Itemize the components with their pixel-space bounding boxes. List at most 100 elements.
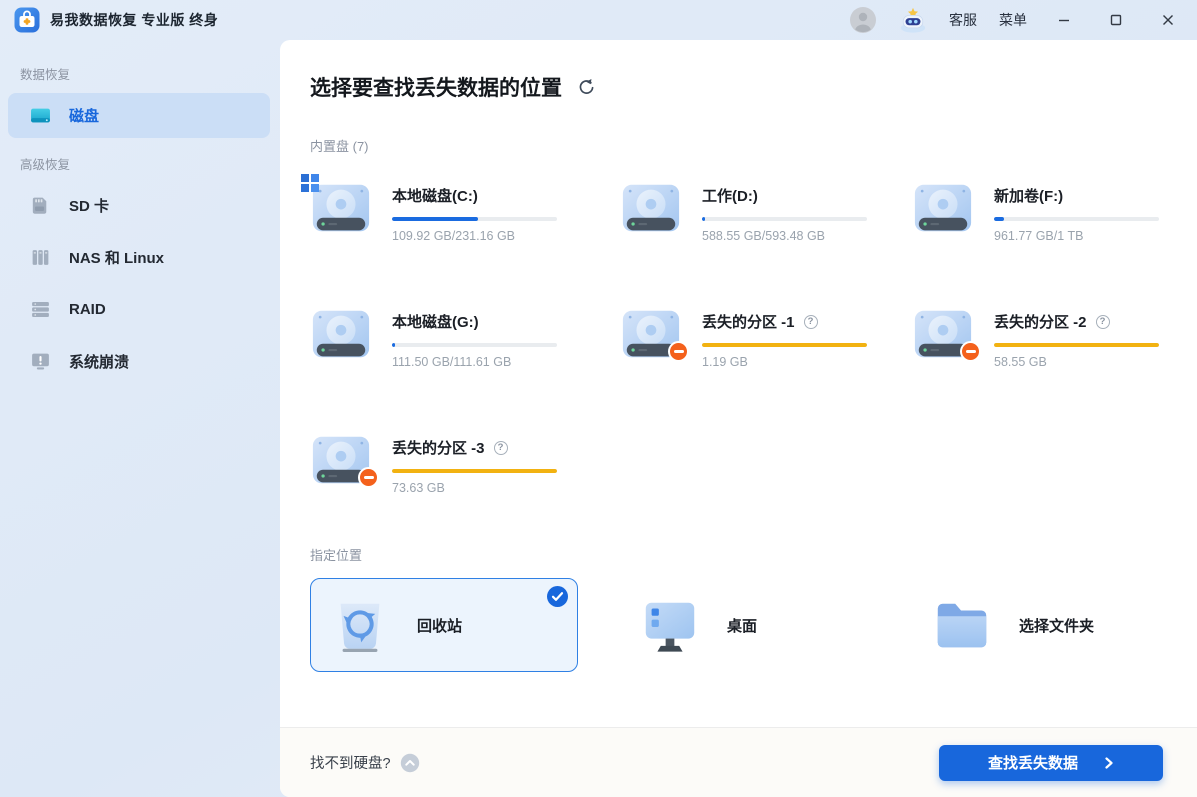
cannot-find-disk-help[interactable]: 找不到硬盘?	[310, 752, 420, 773]
close-icon	[1161, 13, 1175, 27]
sidebar-item-label: NAS 和 Linux	[69, 247, 164, 268]
sidebar-item-label: SD 卡	[69, 195, 109, 216]
disk-capacity: 961.77 GB/1 TB	[994, 229, 1159, 243]
chevron-up-circle-icon	[400, 753, 420, 773]
disk-capacity: 109.92 GB/231.16 GB	[392, 229, 557, 243]
user-avatar-icon	[850, 7, 876, 33]
app-window: 易我数据恢复 专业版 终身 客服	[0, 0, 1197, 797]
sidebar-item-label: 系统崩溃	[69, 351, 129, 372]
sidebar-section-label: 数据恢复	[20, 64, 280, 83]
nas-icon	[30, 247, 51, 268]
capacity-bar	[392, 217, 557, 221]
maximize-button[interactable]	[1101, 7, 1131, 33]
specified-locations-label: 指定位置	[310, 545, 1167, 564]
disk-name: 丢失的分区 -2	[994, 311, 1087, 332]
sidebar-item-raid[interactable]: RAID	[8, 287, 270, 332]
minimize-button[interactable]	[1049, 7, 1079, 33]
sidebar-item-label: 磁盘	[69, 105, 99, 126]
sidebar-section: 数据恢复 磁盘	[0, 64, 280, 138]
disk-card-lost-partition-3[interactable]: 丢失的分区 -3 ? 73.63 GB	[310, 433, 620, 495]
disk-teal-icon	[30, 105, 51, 126]
disk-drive-icon	[620, 181, 682, 237]
disk-name: 工作(D:)	[702, 185, 758, 206]
capacity-bar	[702, 217, 867, 221]
app-logo-icon	[14, 7, 40, 33]
location-label: 回收站	[417, 615, 462, 636]
location-label: 选择文件夹	[1019, 615, 1094, 636]
disk-drive-icon	[310, 181, 372, 237]
scan-for-lost-data-button[interactable]: 查找丢失数据	[939, 745, 1163, 781]
disk-name: 本地磁盘(G:)	[392, 311, 479, 332]
app-title: 易我数据恢复 专业版 终身	[50, 10, 218, 30]
disk-grid: 本地磁盘(C:) 109.92 GB/231.16 GB 工作(D:) 588.…	[310, 181, 1167, 495]
sidebar: 数据恢复 磁盘 高级恢复 SD 卡 NAS 和 Linux RAID 系统崩溃	[0, 40, 280, 797]
sidebar-item-label: RAID	[69, 301, 106, 318]
disk-card-local-disk-c[interactable]: 本地磁盘(C:) 109.92 GB/231.16 GB	[310, 181, 620, 243]
system-crash-icon	[30, 351, 51, 372]
chevron-right-icon	[1104, 757, 1114, 769]
assistant-mascot-icon[interactable]	[899, 6, 927, 34]
disk-name: 丢失的分区 -3	[392, 437, 485, 458]
help-icon[interactable]: ?	[804, 315, 818, 329]
disk-capacity: 111.50 GB/111.61 GB	[392, 355, 557, 369]
disk-card-local-disk-g[interactable]: 本地磁盘(G:) 111.50 GB/111.61 GB	[310, 307, 620, 369]
sidebar-sections: 数据恢复 磁盘 高级恢复 SD 卡 NAS 和 Linux RAID 系统崩溃	[0, 64, 280, 384]
disk-name: 新加卷(F:)	[994, 185, 1063, 206]
titlebar: 易我数据恢复 专业版 终身 客服	[0, 0, 1197, 40]
disk-capacity: 73.63 GB	[392, 481, 557, 495]
disk-drive-icon	[310, 307, 372, 363]
disk-name: 本地磁盘(C:)	[392, 185, 478, 206]
folder-icon	[931, 594, 993, 656]
capacity-bar	[392, 469, 557, 473]
disk-drive-icon	[912, 181, 974, 237]
location-card-desktop[interactable]: 桌面	[620, 578, 888, 672]
footer: 找不到硬盘? 查找丢失数据	[280, 727, 1197, 797]
recycle-bin-icon	[329, 594, 391, 656]
sidebar-item-sd-card[interactable]: SD 卡	[8, 183, 270, 228]
lost-partition-badge-icon	[960, 341, 981, 362]
desktop-icon	[639, 594, 701, 656]
avatar[interactable]	[849, 6, 877, 34]
disk-capacity: 58.55 GB	[994, 355, 1159, 369]
sidebar-section-label: 高级恢复	[20, 154, 280, 173]
disk-card-work-d[interactable]: 工作(D:) 588.55 GB/593.48 GB	[620, 181, 912, 243]
robot-mascot-icon	[899, 6, 927, 34]
menu-button[interactable]: 菜单	[999, 10, 1027, 30]
sidebar-item-system-crash[interactable]: 系统崩溃	[8, 339, 270, 384]
help-icon[interactable]: ?	[1096, 315, 1110, 329]
disk-card-new-volume-f[interactable]: 新加卷(F:) 961.77 GB/1 TB	[912, 181, 1167, 243]
minimize-icon	[1057, 13, 1071, 27]
scan-button-label: 查找丢失数据	[988, 752, 1078, 773]
disk-name: 丢失的分区 -1	[702, 311, 795, 332]
lost-partition-badge-icon	[358, 467, 379, 488]
location-card-recycle-bin[interactable]: 回收站	[310, 578, 578, 672]
refresh-icon	[577, 78, 596, 97]
disk-card-lost-partition-1[interactable]: 丢失的分区 -1 ? 1.19 GB	[620, 307, 912, 369]
maximize-icon	[1109, 13, 1123, 27]
cannot-find-disk-label: 找不到硬盘?	[310, 752, 391, 773]
location-card-select-folder[interactable]: 选择文件夹	[912, 578, 1180, 672]
internal-disks-label: 内置盘 (7)	[310, 136, 1167, 155]
sidebar-item-nas-linux[interactable]: NAS 和 Linux	[8, 235, 270, 280]
disk-capacity: 588.55 GB/593.48 GB	[702, 229, 867, 243]
windows-badge-icon	[301, 174, 309, 182]
support-button[interactable]: 客服	[949, 10, 977, 30]
location-label: 桌面	[727, 615, 757, 636]
location-grid: 回收站 桌面 选择文件夹	[310, 578, 1167, 672]
page-title: 选择要查找丢失数据的位置	[310, 72, 562, 102]
sd-card-icon	[30, 195, 51, 216]
capacity-bar	[994, 343, 1159, 347]
help-icon[interactable]: ?	[494, 441, 508, 455]
capacity-bar	[702, 343, 867, 347]
capacity-bar	[392, 343, 557, 347]
check-badge-icon	[547, 586, 568, 607]
close-button[interactable]	[1153, 7, 1183, 33]
capacity-bar	[994, 217, 1159, 221]
lost-partition-badge-icon	[668, 341, 689, 362]
raid-icon	[30, 299, 51, 320]
disk-capacity: 1.19 GB	[702, 355, 867, 369]
main-panel: 选择要查找丢失数据的位置 内置盘 (7) 本地磁盘(C:)	[280, 40, 1197, 797]
refresh-button[interactable]	[576, 77, 596, 97]
sidebar-item-disk[interactable]: 磁盘	[8, 93, 270, 138]
disk-card-lost-partition-2[interactable]: 丢失的分区 -2 ? 58.55 GB	[912, 307, 1167, 369]
